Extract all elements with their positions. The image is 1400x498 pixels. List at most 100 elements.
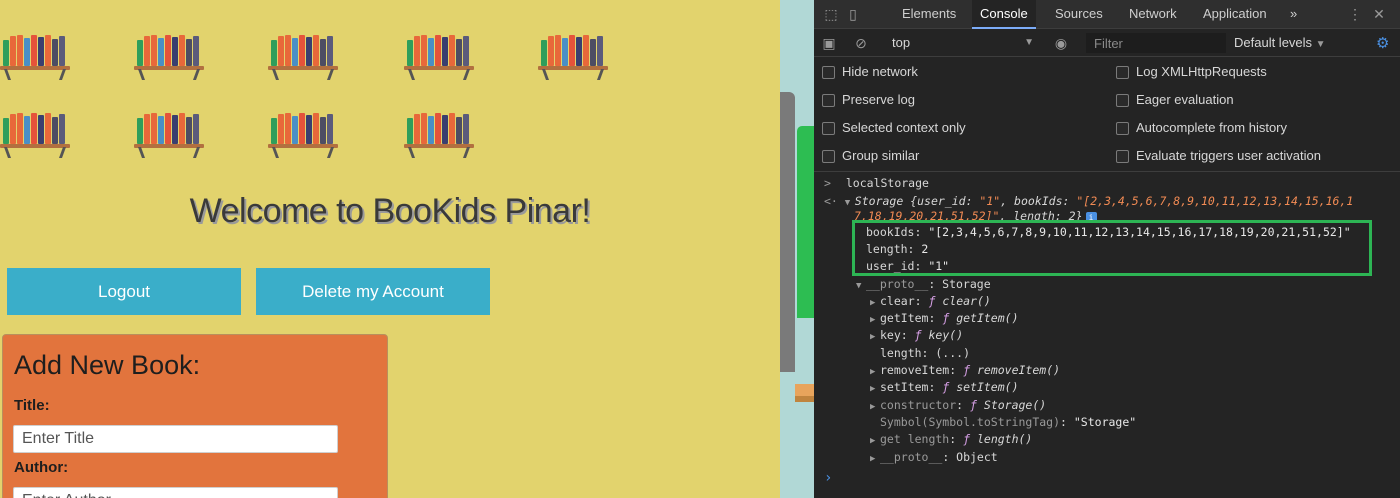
- log-levels-dropdown[interactable]: Default levels ▼: [1234, 33, 1326, 53]
- gear-icon[interactable]: ⚙: [1376, 34, 1389, 52]
- get-length-row[interactable]: ▶ get length: ƒ length(): [870, 431, 1032, 449]
- setting-label: Group similar: [842, 148, 920, 163]
- clear-console-icon[interactable]: ⊘: [852, 34, 870, 52]
- expand-triangle-icon[interactable]: ▶: [870, 364, 880, 380]
- checkbox[interactable]: [1116, 94, 1129, 107]
- console-prompt-icon[interactable]: ›: [824, 470, 832, 486]
- book-spine: [456, 39, 462, 66]
- expand-triangle-icon[interactable]: ▶: [870, 295, 880, 311]
- book-spine: [313, 113, 319, 144]
- setting-label: Eager evaluation: [1136, 92, 1234, 107]
- setting-selected-context-only[interactable]: Selected context only: [814, 118, 966, 138]
- proto-object-row[interactable]: ▶ __proto__: Object: [870, 449, 998, 467]
- book-spine: [3, 118, 9, 144]
- book-spine: [407, 118, 413, 144]
- method-value: getItem(): [956, 311, 1019, 325]
- setting-label: Preserve log: [842, 92, 915, 107]
- shelf-board: [268, 66, 338, 70]
- bookshelf-icon: [538, 35, 608, 80]
- book-spine: [435, 35, 441, 66]
- inspect-element-icon[interactable]: ⬚: [822, 5, 840, 23]
- setting-log-xhr[interactable]: Log XMLHttpRequests: [1108, 62, 1267, 82]
- method-value: removeItem(): [976, 363, 1061, 377]
- close-icon[interactable]: ✕: [1370, 5, 1388, 23]
- setting-group-similar[interactable]: Group similar: [814, 146, 919, 166]
- book-spine: [320, 117, 326, 144]
- console-input-line: > localStorage: [824, 175, 929, 191]
- sidebar-toggle-icon[interactable]: ▣: [820, 34, 838, 52]
- tab-application[interactable]: Application: [1195, 0, 1275, 29]
- book-spine: [3, 40, 9, 66]
- proto-storage-row[interactable]: ▼ __proto__: Storage: [856, 276, 991, 294]
- method-key: constructor: [880, 398, 957, 412]
- tab-elements[interactable]: Elements: [894, 0, 964, 29]
- function-icon: ƒ: [942, 311, 957, 325]
- function-icon: ƒ: [963, 432, 977, 446]
- checkbox[interactable]: [822, 66, 835, 79]
- method-row[interactable]: ▶ removeItem: ƒ removeItem(): [870, 362, 1060, 380]
- expand-triangle-icon[interactable]: ▶: [870, 433, 880, 449]
- book-spine: [548, 36, 554, 66]
- shelf-bracket: [407, 69, 416, 80]
- checkbox[interactable]: [1116, 66, 1129, 79]
- checkbox[interactable]: [822, 94, 835, 107]
- expand-triangle-icon[interactable]: ▶: [870, 312, 880, 328]
- input-text: localStorage: [845, 176, 929, 190]
- bookshelf-icon: [268, 113, 338, 158]
- context-selector[interactable]: top ▼: [892, 33, 1034, 53]
- expand-triangle-icon[interactable]: ▶: [870, 329, 880, 345]
- method-key: setItem: [880, 380, 929, 394]
- shelf-bracket: [462, 147, 471, 158]
- method-row[interactable]: ▶ key: ƒ key(): [870, 327, 963, 345]
- method-row[interactable]: ▶ getItem: ƒ getItem(): [870, 310, 1019, 328]
- more-options-icon[interactable]: ⋮: [1346, 5, 1364, 23]
- tab-sources[interactable]: Sources: [1047, 0, 1111, 29]
- setting-hide-network[interactable]: Hide network: [814, 62, 918, 82]
- method-row[interactable]: ▶ constructor: ƒ Storage(): [870, 397, 1046, 415]
- author-input[interactable]: [13, 487, 338, 498]
- function-icon: ƒ: [970, 398, 984, 412]
- result-arrow-icon: <·: [824, 194, 838, 208]
- method-row[interactable]: ▶ setItem: ƒ setItem(): [870, 379, 1019, 397]
- title-input[interactable]: [13, 425, 338, 453]
- checkbox[interactable]: [822, 150, 835, 163]
- book-spine: [45, 35, 51, 66]
- book-spine: [31, 35, 37, 66]
- tab-network[interactable]: Network: [1121, 0, 1185, 29]
- device-toolbar-icon[interactable]: ▯: [844, 5, 862, 23]
- setting-evaluate-triggers[interactable]: Evaluate triggers user activation: [1108, 146, 1321, 166]
- bookshelf-icon: [0, 35, 70, 80]
- book-spine: [421, 113, 427, 144]
- checkbox[interactable]: [822, 122, 835, 135]
- get-length-value: length(): [976, 432, 1033, 446]
- logout-button[interactable]: Logout: [7, 268, 241, 315]
- checkbox[interactable]: [1116, 122, 1129, 135]
- checkbox[interactable]: [1116, 150, 1129, 163]
- expand-triangle-icon[interactable]: ▶: [870, 399, 880, 415]
- expand-triangle-icon[interactable]: ▶: [870, 381, 880, 397]
- expand-triangle-icon[interactable]: ▶: [870, 451, 880, 467]
- book-spine: [151, 35, 157, 66]
- setting-eager-evaluation[interactable]: Eager evaluation: [1108, 90, 1234, 110]
- filter-input[interactable]: [1086, 33, 1226, 53]
- shelf-bracket: [271, 147, 280, 158]
- shelf-board: [404, 144, 474, 148]
- method-value: setItem(): [956, 380, 1019, 394]
- setting-preserve-log[interactable]: Preserve log: [814, 90, 915, 110]
- setting-autocomplete-history[interactable]: Autocomplete from history: [1108, 118, 1287, 138]
- proto-key: __proto__: [866, 277, 929, 291]
- prop-value: "1": [928, 259, 950, 273]
- delete-account-button[interactable]: Delete my Account: [256, 268, 490, 315]
- proto-key: __proto__: [880, 450, 943, 464]
- eye-icon[interactable]: ◉: [1052, 34, 1070, 52]
- book-spine: [158, 38, 164, 66]
- tab-console[interactable]: Console: [972, 0, 1036, 29]
- more-tabs-icon[interactable]: »: [1282, 0, 1305, 29]
- expand-triangle-icon[interactable]: ▼: [856, 278, 866, 294]
- method-key: getItem: [880, 311, 929, 325]
- method-row[interactable]: ▶ clear: ƒ clear(): [870, 293, 991, 311]
- function-icon: ƒ: [963, 363, 977, 377]
- length-getter-row[interactable]: length: (...): [880, 345, 970, 361]
- function-icon: ƒ: [942, 380, 957, 394]
- book-spine: [306, 115, 312, 144]
